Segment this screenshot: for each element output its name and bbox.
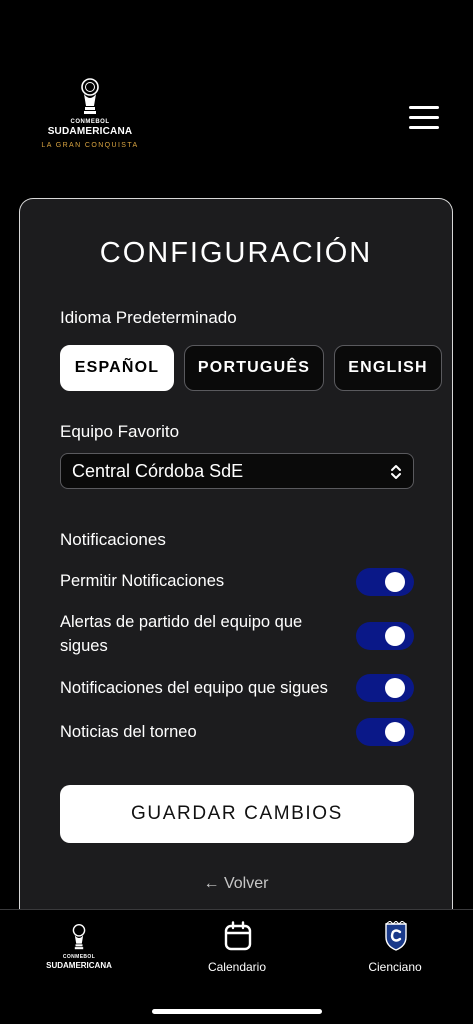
calendar-icon — [224, 921, 252, 951]
favorite-team-label: Equipo Favorito — [60, 422, 180, 441]
tab-home-logo-top: CONMEBOL — [62, 954, 96, 960]
notification-label-allow: Permitir Notificaciones — [60, 572, 225, 590]
settings-card: CONFIGURACIÓN Idioma Predeterminado ESPA… — [19, 198, 453, 958]
favorite-team-value: Central Córdoba SdE — [72, 460, 244, 481]
tab-cienciano-label: Cienciano — [368, 960, 422, 974]
app-header: CONMEBOL SUDAMERICANA LA GRAN CONQUISTA — [0, 0, 473, 190]
toggle-match-alerts[interactable] — [356, 622, 414, 650]
team-crest-icon — [385, 921, 407, 951]
sudamericana-logo[interactable]: CONMEBOL SUDAMERICANA LA GRAN CONQUISTA — [30, 78, 150, 158]
toggle-tournament-news[interactable] — [356, 718, 414, 746]
notification-label-match-alerts: Alertas de partido del equipo que sigues — [60, 613, 303, 655]
tab-cienciano[interactable]: Cienciano — [316, 910, 473, 990]
toggle-team-notifications[interactable] — [356, 674, 414, 702]
tab-home-logo-name: SUDAMERICANA — [46, 961, 112, 970]
language-option-english[interactable]: ENGLISH — [334, 345, 442, 391]
trophy-icon — [72, 924, 86, 950]
tab-calendario[interactable]: Calendario — [158, 910, 316, 990]
logo-conmebol-text: CONMEBOL — [70, 119, 110, 125]
logo-tagline: LA GRAN CONQUISTA — [41, 142, 139, 149]
toggle-allow-notifications[interactable] — [356, 568, 414, 596]
language-option-portugues[interactable]: PORTUGUÊS — [184, 345, 324, 391]
back-link[interactable]: ← Volver — [20, 875, 452, 893]
language-option-espanol[interactable]: ESPAÑOL — [60, 345, 174, 391]
trophy-icon — [81, 78, 99, 114]
logo-sudamericana-text: SUDAMERICANA — [47, 126, 133, 137]
save-button[interactable]: GUARDAR CAMBIOS — [60, 785, 414, 843]
bottom-tab-bar: CONMEBOL SUDAMERICANA Calendario Ciencia… — [0, 909, 473, 1024]
toggle-knob — [385, 678, 405, 698]
home-indicator[interactable] — [152, 1009, 322, 1014]
notifications-section-label: Notificaciones — [60, 530, 166, 549]
toggle-knob — [385, 722, 405, 742]
tab-home[interactable]: CONMEBOL SUDAMERICANA — [0, 910, 158, 990]
favorite-team-select[interactable]: Central Córdoba SdE — [60, 453, 414, 489]
tab-calendario-label: Calendario — [207, 960, 267, 974]
page-title: CONFIGURACIÓN — [99, 237, 373, 269]
chevron-up-down-icon — [391, 465, 401, 479]
toggle-knob — [385, 626, 405, 646]
language-label: Idioma Predeterminado — [60, 308, 237, 327]
notification-label-tournament-news: Noticias del torneo — [60, 723, 197, 741]
toggle-knob — [385, 572, 405, 592]
notification-label-team-notifications: Notificaciones del equipo que sigues — [60, 679, 328, 697]
hamburger-icon[interactable] — [409, 106, 439, 130]
